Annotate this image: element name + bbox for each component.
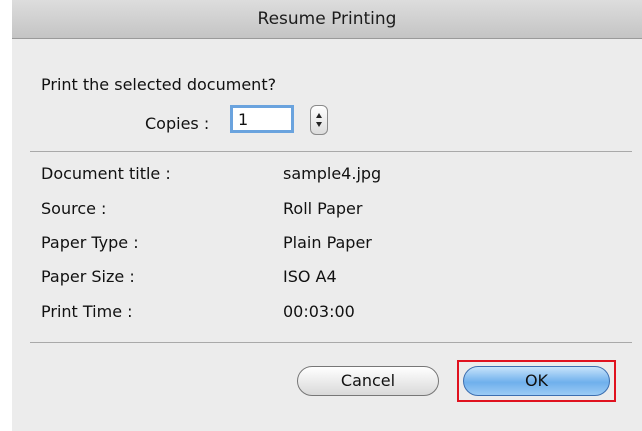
paper-type-label: Paper Type : (41, 233, 139, 252)
paper-size-value: ISO A4 (283, 267, 337, 286)
document-title-label: Document title : (41, 164, 171, 183)
copies-input[interactable]: 1 (230, 105, 294, 133)
copies-label: Copies : (145, 114, 210, 133)
dialog-title: Resume Printing (12, 0, 642, 39)
source-value: Roll Paper (283, 199, 363, 218)
print-prompt: Print the selected document? (41, 75, 277, 94)
copies-stepper[interactable] (310, 105, 328, 135)
stepper-down-icon[interactable] (316, 122, 322, 127)
divider-top (30, 151, 632, 152)
print-time-value: 00:03:00 (283, 302, 355, 321)
source-label: Source : (41, 199, 107, 218)
cancel-button[interactable]: Cancel (297, 366, 439, 396)
stepper-up-icon[interactable] (316, 113, 322, 118)
document-title-value: sample4.jpg (283, 164, 382, 183)
paper-size-label: Paper Size : (41, 267, 135, 286)
divider-bottom (30, 342, 632, 343)
ok-highlight-box (457, 360, 616, 402)
print-time-label: Print Time : (41, 302, 133, 321)
paper-type-value: Plain Paper (283, 233, 372, 252)
resume-printing-dialog: Resume Printing Print the selected docum… (12, 0, 642, 431)
